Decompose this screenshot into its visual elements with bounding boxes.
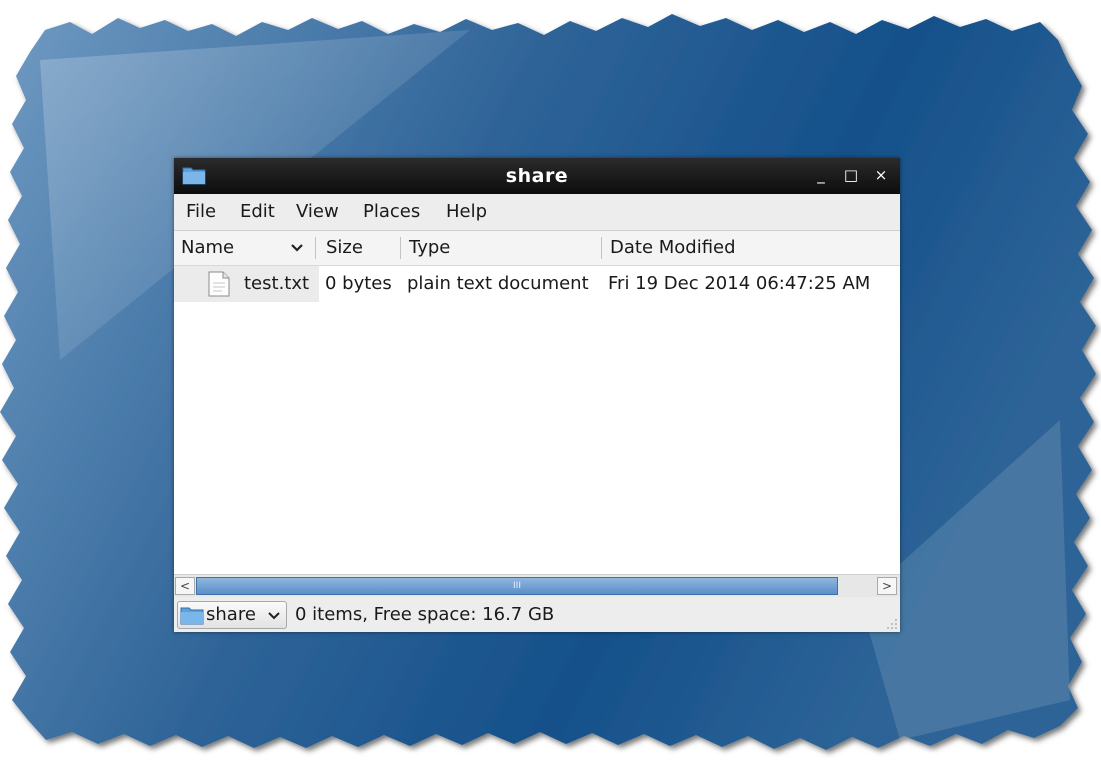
menu-places[interactable]: Places <box>363 194 420 230</box>
folder-icon <box>180 607 204 625</box>
resize-grip-icon[interactable] <box>886 618 898 630</box>
menu-help[interactable]: Help <box>446 194 487 230</box>
location-label: share <box>206 604 256 625</box>
scroll-right-button[interactable]: > <box>877 577 897 595</box>
title-bar[interactable]: share _ □ × <box>174 158 900 194</box>
column-separator[interactable] <box>400 237 401 259</box>
window-title: share <box>505 165 569 187</box>
column-separator[interactable] <box>601 237 602 259</box>
menu-view[interactable]: View <box>296 194 339 230</box>
chevron-down-icon[interactable] <box>290 243 304 253</box>
scroll-left-button[interactable]: < <box>175 577 195 595</box>
minimize-button[interactable]: _ <box>812 166 830 184</box>
scrollbar-thumb[interactable]: III <box>196 577 838 595</box>
file-type: plain text document <box>407 273 589 294</box>
file-name: test.txt <box>244 273 310 294</box>
column-separator[interactable] <box>315 237 316 259</box>
file-row[interactable]: test.txt 0 bytes plain text document Fri… <box>174 266 900 302</box>
scrollbar-grip: III <box>513 581 521 591</box>
location-button[interactable]: share <box>177 601 287 629</box>
chevron-down-icon <box>268 612 280 620</box>
horizontal-scrollbar[interactable]: < III > <box>174 574 900 597</box>
menu-file[interactable]: File <box>186 194 216 230</box>
column-size[interactable]: Size <box>326 231 363 265</box>
text-file-icon <box>208 271 230 297</box>
file-list[interactable]: test.txt 0 bytes plain text document Fri… <box>174 266 900 574</box>
status-text: 0 items, Free space: 16.7 GB <box>295 604 555 625</box>
file-date-modified: Fri 19 Dec 2014 06:47:25 AM <box>608 273 871 294</box>
menu-edit[interactable]: Edit <box>240 194 275 230</box>
column-name[interactable]: Name <box>181 231 234 265</box>
file-manager-window: share _ □ × File Edit View Places Help N… <box>174 158 900 632</box>
status-bar: share 0 items, Free space: 16.7 GB <box>174 597 900 632</box>
column-headers: Name Size Type Date Modified <box>174 231 900 266</box>
maximize-button[interactable]: □ <box>842 166 860 184</box>
file-size: 0 bytes <box>325 273 392 294</box>
column-date-modified[interactable]: Date Modified <box>610 231 736 265</box>
close-button[interactable]: × <box>872 166 890 184</box>
menu-bar: File Edit View Places Help <box>174 194 900 231</box>
column-type[interactable]: Type <box>409 231 450 265</box>
